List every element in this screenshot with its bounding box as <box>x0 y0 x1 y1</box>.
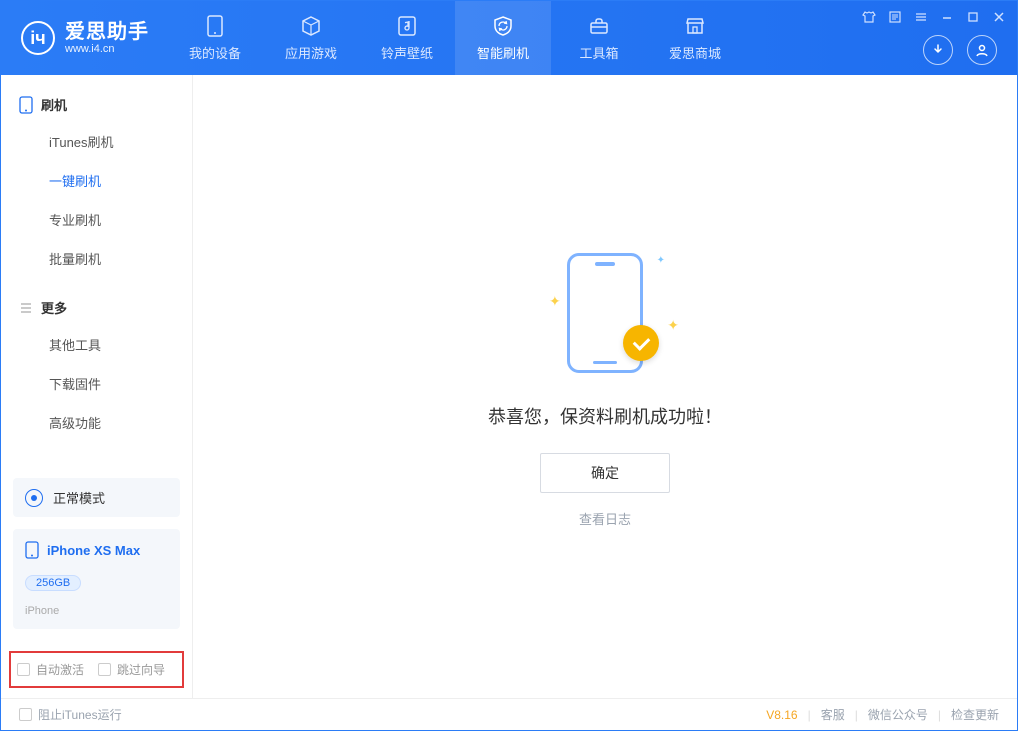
brand: iч 爱思助手 www.i4.cn <box>1 1 167 75</box>
sparkle-icon: ✦ <box>667 317 679 334</box>
shirt-icon[interactable] <box>861 9 877 25</box>
sidebar-item-other-tools[interactable]: 其他工具 <box>1 325 192 364</box>
footer-link-wechat[interactable]: 微信公众号 <box>868 706 928 723</box>
brand-url: www.i4.cn <box>65 43 149 55</box>
refresh-shield-icon <box>492 15 514 37</box>
menu-icon[interactable] <box>913 9 929 25</box>
sidebar-item-batch-flash[interactable]: 批量刷机 <box>1 239 192 278</box>
mode-status-icon <box>25 489 43 507</box>
flash-options-box: 自动激活 跳过向导 <box>9 651 184 688</box>
music-note-icon <box>396 15 418 37</box>
ok-button[interactable]: 确定 <box>540 453 670 493</box>
toolbox-icon <box>588 15 610 37</box>
checkbox-auto-activate[interactable]: 自动激活 <box>17 661 84 678</box>
separator: | <box>938 708 941 722</box>
tab-label: 铃声壁纸 <box>381 43 433 62</box>
separator: | <box>855 708 858 722</box>
view-log-link[interactable]: 查看日志 <box>579 509 631 528</box>
tab-label: 工具箱 <box>579 43 618 62</box>
tab-store[interactable]: 爱思商城 <box>647 1 743 75</box>
sparkle-icon: ✦ <box>549 293 561 310</box>
sidebar-item-advanced[interactable]: 高级功能 <box>1 403 192 442</box>
mode-card[interactable]: 正常模式 <box>13 478 180 517</box>
download-icon[interactable] <box>923 35 953 65</box>
sidebar-item-download-firmware[interactable]: 下载固件 <box>1 364 192 403</box>
footer-link-support[interactable]: 客服 <box>821 706 845 723</box>
list-icon <box>19 301 33 315</box>
sidebar-item-itunes-flash[interactable]: iTunes刷机 <box>1 122 192 161</box>
brand-logo-icon: iч <box>21 21 55 55</box>
tab-label: 智能刷机 <box>477 43 529 62</box>
tab-device[interactable]: 我的设备 <box>167 1 263 75</box>
device-name: iPhone XS Max <box>47 543 140 558</box>
sparkle-icon: ✦ <box>657 255 665 266</box>
tab-flash[interactable]: 智能刷机 <box>455 1 551 75</box>
sidebar-item-oneclick-flash[interactable]: 一键刷机 <box>1 161 192 200</box>
tab-apps[interactable]: 应用游戏 <box>263 1 359 75</box>
device-sub: iPhone <box>25 605 59 617</box>
tab-ring[interactable]: 铃声壁纸 <box>359 1 455 75</box>
device-icon <box>204 15 226 37</box>
note-icon[interactable] <box>887 9 903 25</box>
checkbox-icon <box>98 663 111 676</box>
sidebar: 刷机 iTunes刷机 一键刷机 专业刷机 批量刷机 更多 其他工具 下载固件 … <box>1 75 193 698</box>
app-header: iч 爱思助手 www.i4.cn 我的设备 应用游戏 铃声壁纸 <box>1 1 1017 75</box>
status-bar: 阻止iTunes运行 V8.16 | 客服 | 微信公众号 | 检查更新 <box>1 698 1017 730</box>
tab-tools[interactable]: 工具箱 <box>551 1 647 75</box>
version-label: V8.16 <box>766 708 797 722</box>
minimize-icon[interactable] <box>939 9 955 25</box>
header-tabs: 我的设备 应用游戏 铃声壁纸 智能刷机 工具箱 <box>167 1 743 75</box>
tab-label: 应用游戏 <box>285 43 337 62</box>
main-content: ✦ ✦ ✦ 恭喜您，保资料刷机成功啦！ 确定 查看日志 <box>193 75 1017 698</box>
side-group-title: 刷机 <box>41 95 67 114</box>
side-group-flash[interactable]: 刷机 <box>1 87 192 122</box>
checkbox-label: 阻止iTunes运行 <box>38 706 122 723</box>
checkbox-icon <box>17 663 30 676</box>
store-icon <box>684 15 706 37</box>
brand-name: 爱思助手 <box>65 21 149 43</box>
user-icon[interactable] <box>967 35 997 65</box>
mode-label: 正常模式 <box>53 488 105 507</box>
checkbox-icon <box>19 708 32 721</box>
cube-icon <box>300 15 322 37</box>
success-check-icon <box>623 325 659 361</box>
device-capacity: 256GB <box>25 575 81 591</box>
sidebar-item-pro-flash[interactable]: 专业刷机 <box>1 200 192 239</box>
checkbox-label: 跳过向导 <box>117 661 165 678</box>
maximize-icon[interactable] <box>965 9 981 25</box>
device-card[interactable]: iPhone XS Max 256GB iPhone <box>13 529 180 629</box>
close-icon[interactable] <box>991 9 1007 25</box>
device-phone-icon <box>25 541 39 559</box>
phone-icon <box>19 96 33 114</box>
tab-label: 我的设备 <box>189 43 241 62</box>
success-message: 恭喜您，保资料刷机成功啦！ <box>488 403 722 429</box>
checkbox-skip-guide[interactable]: 跳过向导 <box>98 661 165 678</box>
side-group-more[interactable]: 更多 <box>1 290 192 325</box>
side-group-title: 更多 <box>41 298 67 317</box>
checkbox-block-itunes[interactable]: 阻止iTunes运行 <box>19 706 122 723</box>
separator: | <box>808 708 811 722</box>
footer-link-update[interactable]: 检查更新 <box>951 706 999 723</box>
success-illustration: ✦ ✦ ✦ <box>525 245 685 385</box>
checkbox-label: 自动激活 <box>36 661 84 678</box>
tab-label: 爱思商城 <box>669 43 721 62</box>
